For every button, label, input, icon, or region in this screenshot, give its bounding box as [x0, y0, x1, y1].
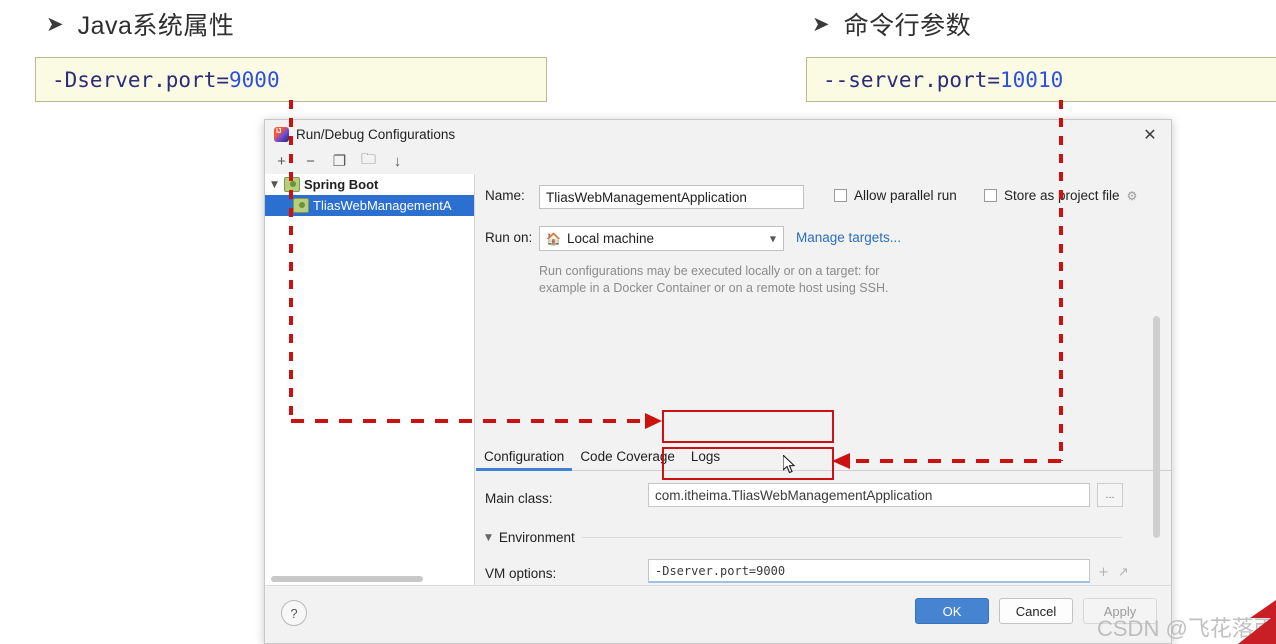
close-icon[interactable]: ✕: [1139, 124, 1161, 144]
name-input-value: TliasWebManagementApplication: [546, 189, 747, 205]
tree-group-label: Spring Boot: [304, 177, 379, 192]
content-vertical-scrollbar[interactable]: [1153, 316, 1160, 538]
configurations-tree: ▼ Spring Boot TliasWebManagementA: [265, 174, 475, 586]
browse-main-class-label: ...: [1105, 489, 1115, 501]
name-label: Name:: [485, 188, 525, 203]
dialog-titlebar: Run/Debug Configurations: [265, 120, 1171, 148]
command-line-argument-callout: --server.port=10010: [806, 57, 1276, 102]
tab-logs-label: Logs: [690, 449, 721, 464]
run-on-hint-line1: Run configurations may be executed local…: [539, 264, 880, 278]
cancel-button[interactable]: Cancel: [999, 598, 1073, 624]
command-line-argument-code: --server.port=10010: [823, 67, 1064, 92]
main-class-label: Main class:: [485, 490, 553, 506]
tree-horizontal-scrollbar[interactable]: [271, 576, 423, 582]
corner-decoration-secondary: [1250, 600, 1276, 618]
main-class-value: com.itheima.TliasWebManagementApplicatio…: [655, 487, 933, 503]
remove-configuration-icon[interactable]: −: [302, 153, 319, 170]
run-on-row: Run on:: [485, 230, 532, 245]
main-class-input[interactable]: com.itheima.TliasWebManagementApplicatio…: [648, 483, 1090, 507]
add-macro-icon[interactable]: +: [1098, 565, 1109, 580]
tab-code-coverage-label: Code Coverage: [580, 449, 675, 464]
java-system-property-code: -Dserver.port=9000: [52, 67, 280, 92]
help-button-label: ?: [290, 605, 298, 621]
save-configuration-icon[interactable]: 🗀: [360, 151, 377, 170]
run-on-hint: Run configurations may be executed local…: [539, 263, 888, 297]
copy-configuration-icon[interactable]: ❐: [331, 153, 348, 170]
add-configuration-icon[interactable]: +: [273, 153, 290, 170]
manage-targets-label: Manage targets...: [796, 230, 902, 245]
configuration-details-pane: Name: TliasWebManagementApplication Allo…: [476, 148, 1171, 586]
cancel-button-label: Cancel: [1015, 603, 1057, 619]
tree-item-tlias-web-management-application[interactable]: TliasWebManagementA: [265, 195, 474, 216]
vm-options-label: VM options:: [485, 565, 557, 581]
run-on-hint-line2: example in a Docker Container or on a re…: [539, 281, 889, 295]
run-on-value: Local machine: [566, 231, 655, 246]
chevron-down-icon[interactable]: ▼: [770, 234, 776, 243]
chevron-down-icon[interactable]: ▼: [271, 180, 284, 190]
tab-logs[interactable]: Logs: [683, 449, 728, 470]
sort-configurations-icon[interactable]: ↓: [389, 153, 406, 170]
environment-section-header[interactable]: ▼ Environment: [485, 530, 575, 545]
vm-options-value: -Dserver.port=9000: [655, 563, 786, 578]
tab-configuration[interactable]: Configuration: [476, 449, 573, 471]
mouse-cursor-icon: [783, 455, 796, 474]
dialog-bottom-bar: ? OK Cancel Apply: [265, 585, 1171, 643]
browse-main-class-button[interactable]: ...: [1097, 483, 1123, 507]
vm-options-actions: + ↗: [1098, 565, 1129, 580]
home-icon: 🏠: [546, 231, 561, 246]
help-button[interactable]: ?: [281, 600, 307, 626]
manage-targets-link[interactable]: Manage targets...: [796, 230, 901, 245]
dialog-title: Run/Debug Configurations: [296, 126, 456, 142]
store-as-project-file-box[interactable]: [984, 189, 997, 202]
configurations-toolbar: + − ❐ 🗀 ↓: [265, 148, 475, 174]
configuration-fields: Main class: com.itheima.TliasWebManageme…: [476, 471, 1171, 586]
ok-button[interactable]: OK: [915, 598, 989, 624]
spring-boot-run-icon: [293, 198, 309, 213]
allow-parallel-run-box[interactable]: [834, 189, 847, 202]
run-on-label: Run on:: [485, 230, 533, 245]
intellij-idea-icon: [274, 126, 289, 142]
right-heading-label: 命令行参数: [843, 12, 972, 40]
allow-parallel-run-checkbox[interactable]: Allow parallel run: [834, 188, 957, 203]
ok-button-label: OK: [942, 603, 962, 619]
left-heading: ➤ Java系统属性: [46, 6, 234, 42]
triangle-down-icon[interactable]: ▼: [485, 533, 492, 543]
configuration-tabs: Configuration Code Coverage Logs: [476, 444, 1171, 471]
java-system-property-callout: -Dserver.port=9000: [35, 57, 547, 102]
tab-code-coverage[interactable]: Code Coverage: [572, 449, 683, 470]
name-row: Name:: [485, 188, 535, 203]
vm-options-input[interactable]: -Dserver.port=9000: [648, 559, 1090, 583]
tree-item-label: TliasWebManagementA: [313, 198, 452, 213]
run-on-select[interactable]: 🏠 Local machine ▼: [539, 226, 784, 251]
bullet-arrow-icon: ➤: [812, 11, 830, 36]
expand-editor-icon[interactable]: ↗: [1118, 565, 1129, 580]
left-heading-label: Java系统属性: [77, 12, 235, 40]
corner-decoration: [1238, 614, 1276, 644]
bullet-arrow-icon: ➤: [46, 11, 64, 36]
tab-configuration-label: Configuration: [484, 449, 565, 464]
spring-boot-icon: [284, 177, 300, 192]
store-as-project-file-checkbox[interactable]: Store as project file ⚙: [984, 188, 1137, 203]
allow-parallel-run-label: Allow parallel run: [854, 188, 957, 203]
run-debug-configurations-dialog: Run/Debug Configurations ✕ + − ❐ 🗀 ↓ ▼ S…: [264, 119, 1172, 644]
name-input[interactable]: TliasWebManagementApplication: [539, 185, 804, 209]
environment-section-divider: [582, 537, 1122, 538]
slide-canvas: ➤ Java系统属性 ➤ 命令行参数 -Dserver.port=9000 --…: [0, 0, 1276, 644]
gear-icon[interactable]: ⚙: [1127, 189, 1138, 203]
environment-section-label: Environment: [498, 530, 575, 545]
right-heading: ➤ 命令行参数: [812, 6, 971, 42]
store-as-project-file-label: Store as project file: [1004, 188, 1120, 203]
tree-group-spring-boot[interactable]: ▼ Spring Boot: [265, 174, 474, 195]
